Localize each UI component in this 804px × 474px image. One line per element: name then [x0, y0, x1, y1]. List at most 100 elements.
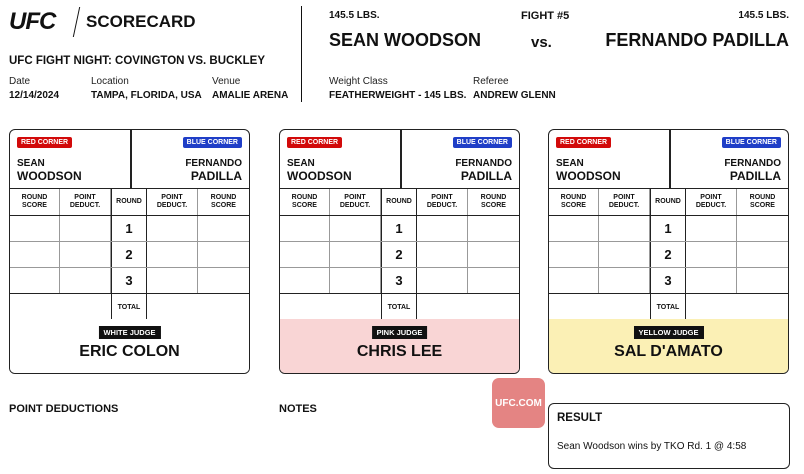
red-last-name: WOODSON [556, 169, 621, 183]
blue-point-deduct-header: POINT DEDUCT. [147, 189, 198, 215]
judge-scorecard: RED CORNER SEAN WOODSON BLUE CORNER FERN… [279, 129, 520, 374]
red-last-name: WOODSON [287, 169, 352, 183]
blue-point-deduct-header: POINT DEDUCT. [686, 189, 737, 215]
blue-corner-fighter: FERNANDO PADILLA [185, 158, 242, 182]
red-point-deduct-header: POINT DEDUCT. [60, 189, 111, 215]
blue-score-cell[interactable] [737, 268, 788, 293]
red-deduct-cell[interactable] [599, 242, 650, 267]
red-score-cell[interactable] [280, 216, 330, 241]
ufc-com-badge[interactable]: UFC.COM [492, 378, 545, 428]
blue-score-cell[interactable] [198, 242, 249, 267]
blue-deduct-cell[interactable] [147, 268, 198, 293]
blue-score-cell[interactable] [468, 268, 519, 293]
judge-section: YELLOW JUDGE SAL D'AMATO [549, 319, 788, 373]
blue-score-cell[interactable] [198, 268, 249, 293]
red-deduct-cell[interactable] [60, 216, 111, 241]
total-row: TOTAL [549, 294, 788, 321]
blue-score-cell[interactable] [737, 242, 788, 267]
red-total-cell[interactable] [10, 294, 111, 320]
blue-score-cell[interactable] [468, 216, 519, 241]
result-text: Sean Woodson wins by TKO Rd. 1 @ 4:58 [557, 441, 747, 452]
blue-deduct-cell[interactable] [147, 216, 198, 241]
judge-tag: WHITE JUDGE [98, 326, 161, 339]
result-box: RESULT Sean Woodson wins by TKO Rd. 1 @ … [548, 403, 790, 469]
red-corner-tag: RED CORNER [556, 137, 612, 148]
date-label: Date [9, 76, 31, 87]
red-deduct-cell[interactable] [330, 216, 381, 241]
score-grid-header: ROUND SCORE POINT DEDUCT. ROUND POINT DE… [10, 189, 249, 216]
fight-number: FIGHT #5 [521, 10, 570, 22]
blue-total-cell[interactable] [686, 294, 788, 320]
judge-scorecard: RED CORNER SEAN WOODSON BLUE CORNER FERN… [548, 129, 789, 374]
red-score-cell[interactable] [549, 242, 599, 267]
red-total-cell[interactable] [280, 294, 381, 320]
red-deduct-cell[interactable] [599, 268, 650, 293]
round-number: 3 [650, 268, 686, 293]
round-row: 2 [549, 242, 788, 268]
judge-tag: PINK JUDGE [371, 326, 428, 339]
red-corner-fighter: SEAN WOODSON [556, 158, 621, 182]
blue-deduct-cell[interactable] [417, 268, 468, 293]
score-grid: ROUND SCORE POINT DEDUCT. ROUND POINT DE… [280, 189, 519, 321]
round-number: 1 [650, 216, 686, 241]
red-weight: 145.5 LBS. [329, 10, 380, 21]
blue-score-cell[interactable] [468, 242, 519, 267]
corner-divider [400, 130, 402, 189]
judge-section: WHITE JUDGE ERIC COLON [10, 319, 249, 373]
red-total-cell[interactable] [549, 294, 650, 320]
red-deduct-cell[interactable] [330, 268, 381, 293]
total-label: TOTAL [381, 294, 417, 320]
round-row: 2 [280, 242, 519, 268]
red-deduct-cell[interactable] [60, 268, 111, 293]
round-header: ROUND [111, 189, 147, 215]
blue-score-cell[interactable] [737, 216, 788, 241]
red-round-score-header: ROUND SCORE [549, 189, 599, 215]
red-score-cell[interactable] [549, 268, 599, 293]
corner-row: RED CORNER SEAN WOODSON BLUE CORNER FERN… [549, 130, 788, 189]
blue-weight: 145.5 LBS. [738, 10, 789, 21]
red-score-cell[interactable] [280, 268, 330, 293]
blue-deduct-cell[interactable] [686, 268, 737, 293]
red-deduct-cell[interactable] [330, 242, 381, 267]
blue-total-cell[interactable] [417, 294, 519, 320]
blue-fighter-name: FERNANDO PADILLA [605, 30, 789, 50]
venue-label: Venue [212, 76, 241, 87]
round-row: 3 [10, 268, 249, 294]
blue-total-cell[interactable] [147, 294, 249, 320]
score-grid: ROUND SCORE POINT DEDUCT. ROUND POINT DE… [10, 189, 249, 321]
red-score-cell[interactable] [280, 242, 330, 267]
red-corner-fighter: SEAN WOODSON [17, 158, 82, 182]
red-corner-tag: RED CORNER [17, 137, 73, 148]
blue-deduct-cell[interactable] [686, 242, 737, 267]
blue-corner-fighter: FERNANDO PADILLA [724, 158, 781, 182]
red-deduct-cell[interactable] [60, 242, 111, 267]
judge-scorecard: RED CORNER SEAN WOODSON BLUE CORNER FERN… [9, 129, 250, 374]
round-number: 1 [381, 216, 417, 241]
blue-round-score-header: ROUND SCORE [749, 194, 776, 209]
blue-deduct-cell[interactable] [686, 216, 737, 241]
judge-name: ERIC COLON [79, 343, 180, 360]
round-number: 3 [111, 268, 147, 293]
round-number: 1 [111, 216, 147, 241]
red-score-cell[interactable] [10, 216, 60, 241]
blue-deduct-cell[interactable] [417, 242, 468, 267]
header-divider [301, 6, 302, 102]
blue-score-cell[interactable] [198, 216, 249, 241]
vs-text: vs. [531, 34, 552, 51]
blue-last-name: PADILLA [460, 169, 512, 183]
round-row: 3 [549, 268, 788, 294]
total-label: TOTAL [111, 294, 147, 320]
red-last-name: WOODSON [17, 169, 82, 183]
round-row: 3 [280, 268, 519, 294]
venue-value: AMALIE ARENA [212, 90, 289, 101]
blue-deduct-cell[interactable] [147, 242, 198, 267]
red-score-cell[interactable] [10, 242, 60, 267]
blue-last-name: PADILLA [729, 169, 781, 183]
red-deduct-cell[interactable] [599, 216, 650, 241]
red-score-cell[interactable] [10, 268, 60, 293]
blue-deduct-cell[interactable] [417, 216, 468, 241]
round-number: 2 [650, 242, 686, 267]
red-score-cell[interactable] [549, 216, 599, 241]
red-fighter-name: SEAN WOODSON [329, 30, 482, 50]
round-header: ROUND [650, 189, 686, 215]
